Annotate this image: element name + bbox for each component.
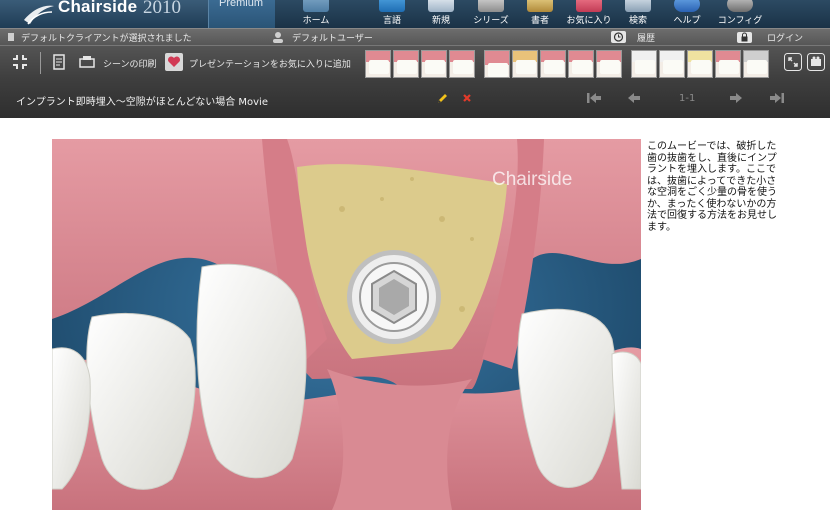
scene-thumbnail[interactable] — [687, 50, 713, 78]
edit-pencil-icon[interactable] — [436, 92, 449, 105]
scene-thumbnail[interactable] — [365, 50, 391, 78]
scene-thumbnail[interactable] — [484, 50, 510, 78]
lock-icon — [737, 32, 752, 43]
page-indicator: 1-1 — [679, 93, 696, 104]
nav-config-label: コンフィグ — [717, 16, 763, 26]
toolbar: シーンの印刷 プレゼンテーションをお気に入りに追加 — [0, 45, 830, 81]
projector-icon[interactable] — [807, 53, 825, 71]
scene-thumbnail[interactable] — [512, 50, 538, 78]
author-icon — [527, 0, 553, 12]
client-icon — [8, 33, 14, 41]
presentation-title: インプラント即時埋入～空隙がほとんどない場合 Movie — [16, 97, 268, 108]
nav-home-label: ホーム — [302, 16, 330, 26]
logo-year: 2010 — [143, 0, 181, 18]
scene-thumbnail[interactable] — [715, 50, 741, 78]
client-status[interactable]: デフォルトクライアントが選択されました — [21, 31, 192, 44]
scene-thumbnail[interactable] — [596, 50, 622, 78]
nav-favorites-label: お気に入り — [566, 16, 612, 26]
nav-new-button[interactable]: 新規 — [415, 0, 467, 28]
movie-description: このムービーでは、破折した歯の抜歯をし、直後にインプラントを埋入します。ここでは… — [647, 141, 777, 233]
logo: Chairside 2010 — [0, 0, 208, 28]
scene-thumbnail[interactable] — [421, 50, 447, 78]
search-icon — [625, 0, 651, 12]
config-icon — [727, 0, 753, 12]
nav-home-button[interactable]: ホーム — [290, 0, 342, 28]
dental-implant-illustration — [52, 139, 641, 510]
presentation-title-bar: インプラント即時埋入～空隙がほとんどない場合 Movie 1-1 — [0, 80, 830, 118]
edition-label: Premium — [219, 0, 264, 9]
scene-thumbnail[interactable] — [659, 50, 685, 78]
print-scene-button[interactable]: シーンの印刷 — [103, 57, 157, 70]
user-icon — [273, 32, 283, 43]
status-bar: デフォルトクライアントが選択されました デフォルトユーザー 履歴 ログイン — [0, 28, 830, 46]
scene-thumbnail[interactable] — [568, 50, 594, 78]
scene-thumbnail[interactable] — [449, 50, 475, 78]
nav-help-label: ヘルプ — [673, 16, 701, 26]
movie-viewer[interactable]: Chairside — [52, 139, 641, 510]
home-icon — [303, 0, 329, 12]
new-icon — [428, 0, 454, 12]
last-page-icon[interactable] — [769, 92, 785, 104]
toolbar-divider — [40, 52, 41, 74]
history-icon — [611, 31, 626, 43]
nav-help-button[interactable]: ヘルプ — [661, 0, 713, 28]
first-page-icon[interactable] — [586, 92, 602, 104]
chairside-watermark: Chairside — [492, 169, 573, 190]
fullscreen-collapse-icon[interactable] — [12, 54, 28, 70]
nav-language-label: 言語 — [382, 16, 401, 26]
app-header: Chairside 2010 Premium ホーム 言語 新規 シリーズ 書者… — [0, 0, 830, 28]
scene-thumbnail[interactable] — [393, 50, 419, 78]
nav-search-label: 検索 — [628, 16, 647, 26]
scene-thumbnail[interactable] — [540, 50, 566, 78]
previous-page-icon[interactable] — [627, 92, 641, 104]
print-icon[interactable] — [79, 54, 95, 70]
login-button[interactable]: ログイン — [767, 31, 803, 44]
scene-thumbnail[interactable] — [631, 50, 657, 78]
history-button[interactable]: 履歴 — [637, 31, 655, 44]
scene-thumbnail[interactable] — [743, 50, 769, 78]
logo-text: Chairside — [58, 0, 138, 16]
nav-series-button[interactable]: シリーズ — [465, 0, 517, 28]
nav-author-label: 書者 — [530, 16, 549, 26]
nav-new-label: 新規 — [431, 16, 450, 26]
add-favorite-button[interactable]: プレゼンテーションをお気に入りに追加 — [189, 57, 351, 70]
next-page-icon[interactable] — [729, 92, 743, 104]
favorites-icon — [576, 0, 602, 12]
language-icon — [379, 0, 405, 12]
expand-icon[interactable] — [784, 53, 802, 71]
nav-search-button[interactable]: 検索 — [612, 0, 664, 28]
nav-author-button[interactable]: 書者 — [514, 0, 566, 28]
help-icon — [674, 0, 700, 12]
user-status[interactable]: デフォルトユーザー — [292, 31, 373, 44]
nav-series-label: シリーズ — [473, 16, 509, 26]
edition-badge: Premium — [208, 0, 275, 28]
nav-favorites-button[interactable]: お気に入り — [563, 0, 615, 28]
delete-x-icon[interactable] — [462, 93, 472, 103]
logo-swoosh-icon — [24, 5, 54, 25]
document-icon[interactable] — [51, 54, 67, 70]
nav-config-button[interactable]: コンフィグ — [714, 0, 766, 28]
nav-language-button[interactable]: 言語 — [366, 0, 418, 28]
series-icon — [478, 0, 504, 12]
favorite-heart-icon[interactable] — [165, 53, 183, 71]
